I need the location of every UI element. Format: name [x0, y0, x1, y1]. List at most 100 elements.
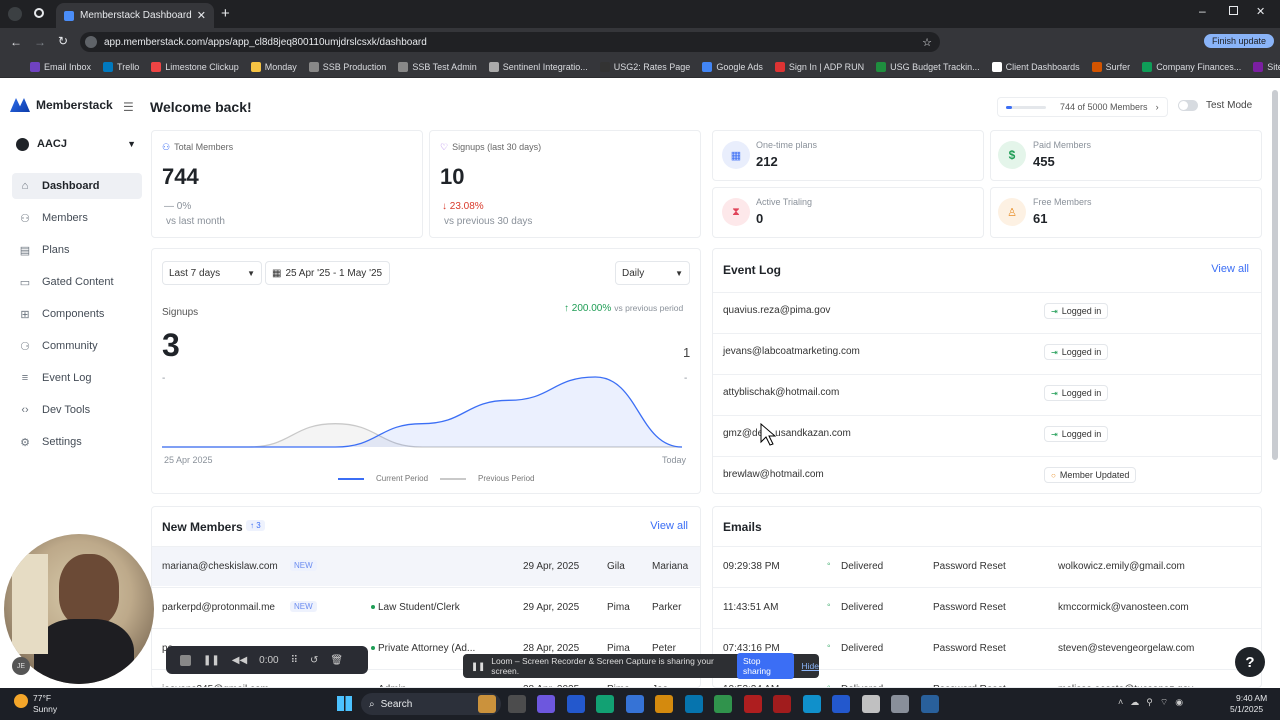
tab-close-icon[interactable]: ✕ [197, 9, 206, 22]
event-log-row[interactable]: brewlaw@hotmail.com ○ Member Updated [713, 457, 1261, 497]
sidebar-item-plans[interactable]: ▤ Plans [12, 237, 142, 263]
email-row[interactable]: 09:29:38 PM ◦ Delivered Password Reset wolko… [713, 546, 1261, 586]
collapse-sidebar-icon[interactable]: ☰ [123, 100, 134, 114]
table-row[interactable]: parkerpd@protonmail.me NEW Law Student/Cle… [152, 587, 700, 627]
browser-tab-active[interactable]: Memberstack Dashboard ✕ [56, 3, 214, 28]
bookmark-item[interactable]: SSB Test Admin [398, 61, 477, 72]
bookmark-item[interactable]: Trello [103, 61, 139, 72]
bookmark-star-icon[interactable]: ☆ [922, 36, 932, 49]
minimize-icon[interactable]: – [1199, 4, 1206, 18]
restart-icon[interactable]: ↺ [310, 655, 318, 666]
sidebar-item-community[interactable]: ⚆ Community [12, 333, 142, 359]
back-icon[interactable]: ← [10, 35, 22, 49]
login-icon: ⇥ [1051, 429, 1058, 439]
windows-start-icon[interactable] [337, 696, 352, 711]
tab-search-icon[interactable] [8, 7, 22, 21]
help-button[interactable]: ? [1235, 647, 1265, 677]
file-explorer-icon[interactable] [507, 695, 526, 713]
stop-sharing-button[interactable]: Stop sharing [737, 653, 794, 679]
bookmarks-bar: Email Inbox Trello Limestone Clickup Monday… [0, 56, 1280, 78]
total-members-compare: vs last month [166, 216, 225, 227]
bookmark-item[interactable]: Sentinenl Integratio... [488, 61, 588, 72]
url-field[interactable]: app.memberstack.com/apps/app_cl8d8jeq800… [80, 32, 940, 52]
folder-icon[interactable] [655, 695, 673, 713]
new-members-view-all[interactable]: View all [650, 520, 688, 532]
avatar[interactable]: JE [12, 657, 30, 675]
interval-select[interactable]: Daily ▼ [615, 261, 690, 285]
bookmark-favicon-icon [991, 61, 1002, 72]
sidebar-item-components[interactable]: ⊞ Components [12, 301, 142, 327]
event-log-row[interactable]: attyblischak@hotmail.com ⇥ Logged in [713, 375, 1261, 415]
finish-update-button[interactable]: Finish update [1204, 34, 1275, 48]
record-icon[interactable] [34, 8, 44, 18]
grid-icon[interactable]: ⠿ [291, 655, 298, 666]
rewind-icon[interactable]: ◀◀ [232, 655, 247, 666]
page-scrollbar[interactable] [1272, 90, 1278, 460]
event-log-row[interactable]: quavius.reza@pima.gov ⇥ Logged in [713, 293, 1261, 333]
chrome-icon[interactable] [714, 695, 732, 713]
x-end-label: Today [662, 455, 687, 465]
weather-temp: 77°F [33, 693, 52, 703]
calculator-icon[interactable] [891, 695, 909, 713]
bookmark-item[interactable]: Client Dashboards [991, 61, 1080, 72]
bookmark-item[interactable]: USG2: Rates Page [599, 61, 690, 72]
bookmark-item[interactable]: Company Finances... [1142, 61, 1241, 72]
bookmark-item[interactable]: Google Ads [702, 61, 763, 72]
edge-icon[interactable] [802, 695, 821, 713]
site-info-icon[interactable] [85, 36, 97, 48]
illustrator-icon[interactable] [773, 695, 791, 713]
bookmark-item[interactable]: Monday [250, 61, 297, 72]
sidebar-item-dashboard[interactable]: ⌂ Dashboard [12, 173, 142, 199]
sidebar-item-members[interactable]: ⚇ Members [12, 205, 142, 231]
bookmark-item[interactable]: Sitelink Web Edition [1253, 61, 1280, 72]
widgets-icon[interactable] [478, 695, 496, 713]
sidebar-item-dev-tools[interactable]: ‹› Dev Tools [12, 397, 142, 423]
sidebar-item-event-log[interactable]: ≡ Event Log [12, 365, 142, 391]
bookmark-item[interactable]: Limestone Clickup [151, 61, 239, 72]
event-log-row[interactable]: jevans@labcoatmarketing.com ⇥ Logged in [713, 334, 1261, 374]
stop-icon[interactable] [180, 654, 191, 666]
pause-sharing-icon[interactable]: ❚❚ [471, 661, 485, 672]
sidebar-item-settings[interactable]: ⚙ Settings [12, 429, 142, 455]
event-log-view-all[interactable]: View all [1211, 263, 1249, 275]
bookmark-item[interactable]: Sign In | ADP RUN [774, 61, 864, 72]
app-red-icon[interactable] [743, 695, 762, 713]
pause-icon[interactable]: ❚❚ [203, 655, 220, 666]
maximize-icon[interactable] [1229, 6, 1238, 15]
hide-button[interactable]: Hide [802, 661, 819, 671]
reload-icon[interactable]: ↻ [58, 34, 68, 48]
email-row[interactable]: 11:43:51 AM ◦ Delivered Password Reset kmcco… [713, 587, 1261, 627]
copilot-icon[interactable] [537, 695, 555, 713]
event-email-text: gmz@de [723, 428, 764, 439]
test-mode-toggle[interactable]: Test Mode [1178, 100, 1252, 111]
plan-dot-icon [371, 646, 375, 650]
mail-icon[interactable] [625, 695, 644, 713]
weather-sun-icon [14, 694, 28, 708]
sidebar-item-gated-content[interactable]: ▭ Gated Content [12, 269, 142, 295]
trash-icon[interactable]: 🗑 [330, 655, 343, 666]
table-row[interactable]: mariana@cheskislaw.com NEW 29 Apr, 2025 Gil… [152, 546, 700, 586]
close-window-icon[interactable]: ✕ [1256, 5, 1265, 18]
app-circle-icon[interactable] [832, 695, 850, 713]
workspace-switcher[interactable]: AACJ ▼ [16, 134, 136, 154]
date-range-value: 25 Apr '25 - 1 May '25 [285, 267, 383, 279]
date-range-picker[interactable]: ▦ 25 Apr '25 - 1 May '25 [265, 261, 390, 285]
event-email: attyblischak@hotmail.com [723, 387, 839, 398]
store-icon[interactable] [684, 695, 703, 713]
teams-icon[interactable] [566, 695, 585, 713]
bookmark-item[interactable]: Surfer [1091, 61, 1130, 72]
app-terminal-icon[interactable] [861, 695, 880, 713]
system-tray-icons[interactable]: ˄☁⚲⌔◉ [1118, 697, 1190, 708]
new-tab-icon[interactable]: + [221, 5, 230, 22]
bookmark-item[interactable]: Email Inbox [30, 61, 91, 72]
bookmark-item[interactable]: SSB Production [308, 61, 386, 72]
memberstack-app-icon[interactable] [920, 695, 939, 713]
forward-icon[interactable]: → [34, 35, 46, 49]
tab-title: Memberstack Dashboard [80, 10, 192, 21]
bookmark-item[interactable]: USG Budget Trackin... [876, 61, 980, 72]
signups-card: ♡ Signups (last 30 days) 10 ↓ 23.08% vs p… [429, 130, 701, 238]
members-quota[interactable]: 744 of 5000 Members › [997, 97, 1168, 117]
chrome-alt-icon[interactable] [596, 695, 614, 713]
range-select[interactable]: Last 7 days ▼ [162, 261, 262, 285]
event-log-row[interactable]: gmz@de usandkazan.com ⇥ Logged in [713, 416, 1261, 456]
